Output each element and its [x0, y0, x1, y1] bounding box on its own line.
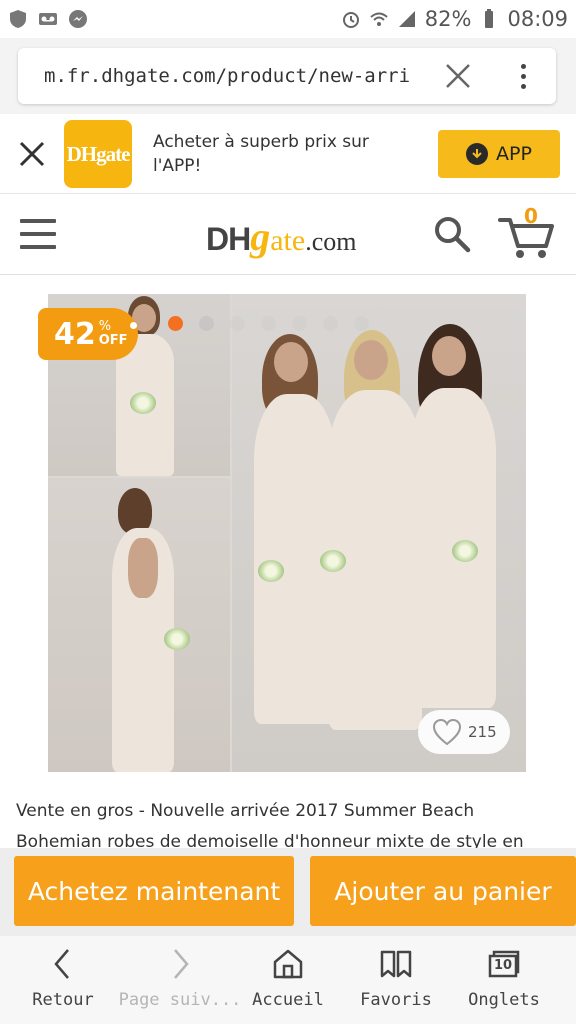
carousel-dot[interactable]: [292, 316, 307, 331]
carousel-dot[interactable]: [230, 316, 245, 331]
search-icon[interactable]: [432, 214, 472, 254]
like-button[interactable]: 215: [418, 710, 510, 754]
badge-dot: [130, 322, 137, 329]
carousel-indicator: [168, 316, 369, 331]
browser-toolbar: m.fr.dhgate.com/product/new-arri: [0, 38, 576, 152]
chevron-left-icon: [54, 949, 69, 979]
open-app-button[interactable]: APP: [438, 130, 560, 178]
purchase-action-bar: Achetez maintenant Ajouter au panier: [0, 848, 576, 936]
heart-icon: [432, 718, 462, 746]
close-icon[interactable]: [16, 138, 48, 170]
logo-ate: ate: [270, 224, 306, 257]
cart-count-badge: 0: [524, 204, 538, 228]
nav-back[interactable]: Retour: [0, 936, 126, 1024]
nav-home-label: Accueil: [252, 990, 324, 1010]
battery-icon: [485, 9, 494, 28]
nav-tabs-label: Onglets: [468, 990, 540, 1010]
bookmarks-icon: [380, 950, 412, 978]
discount-number: 42: [54, 316, 96, 352]
logo-com: .com: [305, 227, 357, 256]
app-download-banner: DHgate Acheter à superb prix sur l'APP! …: [0, 114, 576, 194]
open-app-label: APP: [496, 143, 532, 165]
buy-now-button[interactable]: Achetez maintenant: [14, 856, 294, 926]
tabs-count: 10: [494, 958, 513, 973]
nav-bookmarks-label: Favoris: [360, 990, 432, 1010]
download-icon: [466, 143, 489, 165]
product-title: Vente en gros - Nouvelle arrivée 2017 Su…: [16, 801, 524, 850]
main-photo: [232, 294, 526, 772]
like-count: 215: [468, 723, 497, 741]
carousel-dot[interactable]: [323, 316, 338, 331]
nav-tabs[interactable]: 10 Onglets: [450, 936, 558, 1024]
chevron-right-icon: [174, 949, 189, 979]
discount-percent: %: [98, 319, 112, 334]
app-logo-text: DHgate: [66, 141, 131, 166]
url-text[interactable]: m.fr.dhgate.com/product/new-arri: [44, 65, 424, 87]
logo-g: g: [250, 214, 271, 259]
clock: 08:09: [507, 7, 568, 31]
discount-off: OFF: [98, 333, 128, 348]
nav-forward-label: Page suiv...: [118, 990, 242, 1010]
overflow-menu-icon[interactable]: [508, 60, 538, 92]
signal-icon: [398, 11, 415, 27]
logo-dh: DH: [206, 221, 251, 257]
home-icon: [273, 949, 303, 979]
voicemail-icon: [39, 13, 57, 25]
alarm-icon: [342, 12, 359, 28]
banner-message: Acheter à superb prix sur l'APP!: [153, 132, 369, 176]
status-bar: 82% 08:09: [0, 0, 576, 38]
carousel-dot[interactable]: [261, 316, 276, 331]
menu-icon[interactable]: [20, 219, 56, 249]
nav-forward[interactable]: Page suiv...: [119, 936, 241, 1024]
wifi-icon: [370, 12, 388, 26]
nav-back-label: Retour: [32, 990, 94, 1010]
product-image[interactable]: [48, 294, 526, 772]
carousel-dot[interactable]: [199, 316, 214, 331]
nav-home[interactable]: Accueil: [234, 936, 342, 1024]
address-bar[interactable]: m.fr.dhgate.com/product/new-arri: [18, 48, 556, 104]
discount-badge: 42 % OFF: [38, 308, 138, 360]
browser-bottom-nav: Retour Page suiv... Accueil Favoris 10 O…: [0, 936, 576, 1024]
shield-icon: [10, 10, 26, 28]
site-header: DH g ate .com: [0, 195, 576, 275]
app-logo: DHgate: [64, 120, 132, 188]
battery-percent: 82%: [424, 7, 472, 31]
thumbnail-back: [48, 478, 230, 772]
add-to-cart-button[interactable]: Ajouter au panier: [310, 856, 576, 926]
carousel-dot[interactable]: [354, 316, 369, 331]
nav-bookmarks[interactable]: Favoris: [342, 936, 450, 1024]
close-icon[interactable]: [442, 60, 474, 92]
tabs-icon: 10: [486, 946, 522, 982]
messenger-icon: [69, 10, 87, 28]
carousel-dot[interactable]: [168, 316, 183, 331]
site-logo[interactable]: DH g ate .com: [206, 213, 357, 259]
